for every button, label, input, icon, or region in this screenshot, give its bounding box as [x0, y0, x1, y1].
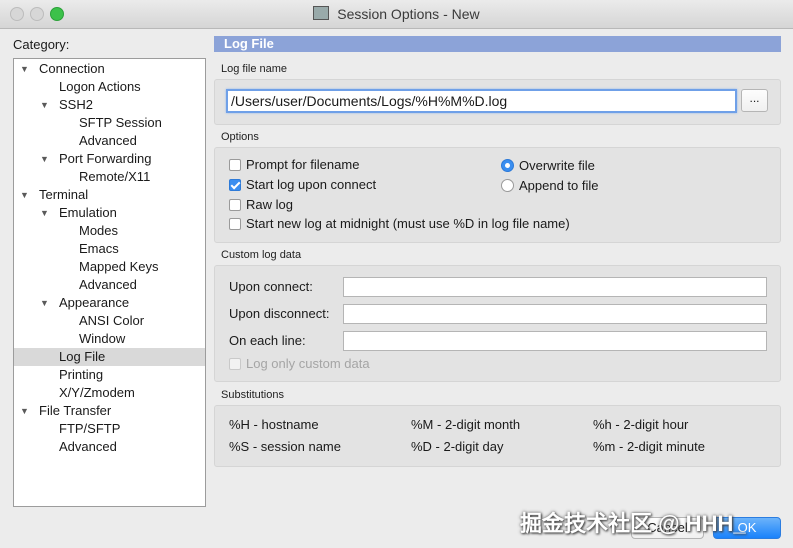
- tree-item-emulation[interactable]: ▼ Emulation: [14, 204, 205, 222]
- session-icon: [313, 6, 330, 20]
- tree-item-label: X/Y/Zmodem: [59, 385, 135, 400]
- start-new-log-midnight-checkbox[interactable]: Start new log at midnight (must use %D i…: [229, 215, 570, 233]
- tree-item-emulation-advanced[interactable]: Advanced: [14, 276, 205, 294]
- radio-button[interactable]: [501, 179, 514, 192]
- window-title: Session Options - New: [337, 6, 480, 22]
- tree-item-xyzmodem[interactable]: X/Y/Zmodem: [14, 384, 205, 402]
- tree-item-emacs[interactable]: Emacs: [14, 240, 205, 258]
- tree-item-label: Remote/X11: [79, 169, 151, 184]
- tree-item-label: Advanced: [59, 439, 117, 454]
- tree-item-label: Connection: [39, 61, 105, 76]
- tree-item-label: SSH2: [59, 97, 93, 112]
- tree-item-label: Terminal: [39, 187, 89, 202]
- log-only-custom-data-checkbox[interactable]: Log only custom data: [229, 355, 370, 373]
- upon-connect-label: Upon connect:: [229, 279, 313, 294]
- tree-item-ssh2[interactable]: ▼ SSH2: [14, 96, 205, 114]
- log-file-name-input[interactable]: /Users/user/Documents/Logs/%H%M%D.log: [226, 89, 737, 113]
- tree-item-label: Emulation: [59, 205, 117, 220]
- title-bar: Session Options - New: [0, 0, 793, 29]
- overwrite-file-radio[interactable]: Overwrite file: [501, 157, 595, 175]
- custom-log-data-label: Custom log data: [221, 249, 302, 261]
- tree-item-label: Emacs: [79, 241, 119, 256]
- checkbox-label: Log only custom data: [246, 356, 370, 371]
- tree-item-label: Appearance: [59, 295, 130, 310]
- tree-item-port-forwarding[interactable]: ▼ Port Forwarding: [14, 150, 205, 168]
- tree-item-terminal[interactable]: ▼ Terminal: [14, 186, 205, 204]
- substitution-item: %h - 2-digit hour: [593, 417, 689, 432]
- tree-item-printing[interactable]: Printing: [14, 366, 205, 384]
- checkbox-label: Prompt for filename: [246, 157, 360, 172]
- tree-item-window[interactable]: Window: [14, 330, 205, 348]
- tree-item-label: Advanced: [79, 277, 137, 292]
- start-log-upon-connect-checkbox[interactable]: Start log upon connect: [229, 176, 376, 194]
- checkbox-box[interactable]: [229, 358, 241, 370]
- disclosure-triangle-icon[interactable]: ▼: [20, 186, 29, 204]
- tree-item-modes[interactable]: Modes: [14, 222, 205, 240]
- disclosure-triangle-icon[interactable]: ▼: [40, 294, 49, 312]
- browse-button[interactable]: ...: [741, 89, 768, 112]
- substitution-item: %m - 2-digit minute: [593, 439, 705, 454]
- disclosure-triangle-icon[interactable]: ▼: [40, 96, 49, 114]
- tree-item-file-transfer-advanced[interactable]: Advanced: [14, 438, 205, 456]
- window-title-wrap: Session Options - New: [0, 6, 793, 22]
- tree-item-label: Modes: [79, 223, 119, 238]
- disclosure-triangle-icon[interactable]: ▼: [20, 402, 29, 420]
- tree-item-label: Log File: [59, 349, 106, 364]
- tree-item-sftp-session[interactable]: SFTP Session: [14, 114, 205, 132]
- options-label: Options: [221, 131, 259, 143]
- radio-button[interactable]: [501, 159, 514, 172]
- tree-item-ansi-color[interactable]: ANSI Color: [14, 312, 205, 330]
- tree-item-ftp-sftp[interactable]: FTP/SFTP: [14, 420, 205, 438]
- radio-label: Overwrite file: [519, 158, 595, 173]
- tree-item-label: Window: [79, 331, 126, 346]
- tree-item-label: Advanced: [79, 133, 137, 148]
- substitution-item: %M - 2-digit month: [411, 417, 521, 432]
- tree-item-label: File Transfer: [39, 403, 112, 418]
- tree-item-label: Mapped Keys: [79, 259, 159, 274]
- radio-label: Append to file: [519, 178, 599, 193]
- append-to-file-radio[interactable]: Append to file: [501, 177, 599, 195]
- prompt-for-filename-checkbox[interactable]: Prompt for filename: [229, 156, 359, 174]
- tree-item-label: SFTP Session: [79, 115, 162, 130]
- watermark-text: 掘金技术社区 @ HHH_: [520, 511, 746, 536]
- on-each-line-label: On each line:: [229, 333, 306, 348]
- tree-item-logon-actions[interactable]: Logon Actions: [14, 78, 205, 96]
- tree-item-ssh2-advanced[interactable]: Advanced: [14, 132, 205, 150]
- category-tree[interactable]: ▼ Connection Logon Actions ▼ SSH2 SFTP S…: [13, 58, 206, 507]
- disclosure-triangle-icon[interactable]: ▼: [40, 204, 49, 222]
- tree-item-appearance[interactable]: ▼ Appearance: [14, 294, 205, 312]
- tree-item-file-transfer[interactable]: ▼ File Transfer: [14, 402, 205, 420]
- tree-item-label: Logon Actions: [59, 79, 141, 94]
- log-file-name-label: Log file name: [221, 63, 288, 75]
- checkbox-label: Raw log: [246, 197, 293, 212]
- upon-disconnect-label: Upon disconnect:: [229, 306, 330, 321]
- tree-item-label: FTP/SFTP: [59, 421, 121, 436]
- disclosure-triangle-icon[interactable]: ▼: [40, 150, 49, 168]
- substitution-item: %H - hostname: [229, 417, 319, 432]
- tree-item-label: ANSI Color: [79, 313, 145, 328]
- category-label: Category:: [13, 37, 70, 52]
- tree-item-label: Printing: [59, 367, 104, 382]
- upon-disconnect-input[interactable]: [343, 304, 767, 324]
- substitution-item: %S - session name: [229, 439, 341, 454]
- raw-log-checkbox[interactable]: Raw log: [229, 196, 293, 214]
- checkbox-box[interactable]: [229, 179, 241, 191]
- substitutions-label: Substitutions: [221, 389, 284, 401]
- tree-item-connection[interactable]: ▼ Connection: [14, 60, 205, 78]
- tree-item-mapped-keys[interactable]: Mapped Keys: [14, 258, 205, 276]
- tree-item-label: Port Forwarding: [59, 151, 152, 166]
- on-each-line-input[interactable]: [343, 331, 767, 351]
- checkbox-box[interactable]: [229, 199, 241, 211]
- disclosure-triangle-icon[interactable]: ▼: [20, 60, 29, 78]
- panel-title: Log File: [214, 36, 781, 52]
- tree-item-log-file[interactable]: Log File: [14, 348, 205, 366]
- upon-connect-input[interactable]: [343, 277, 767, 297]
- checkbox-label: Start new log at midnight (must use %D i…: [246, 216, 570, 231]
- substitution-item: %D - 2-digit day: [411, 439, 504, 454]
- substitutions-group: [214, 405, 781, 467]
- checkbox-box[interactable]: [229, 159, 241, 171]
- tree-item-remote-x11[interactable]: Remote/X11: [14, 168, 205, 186]
- checkbox-box[interactable]: [229, 218, 241, 230]
- checkbox-label: Start log upon connect: [246, 177, 377, 192]
